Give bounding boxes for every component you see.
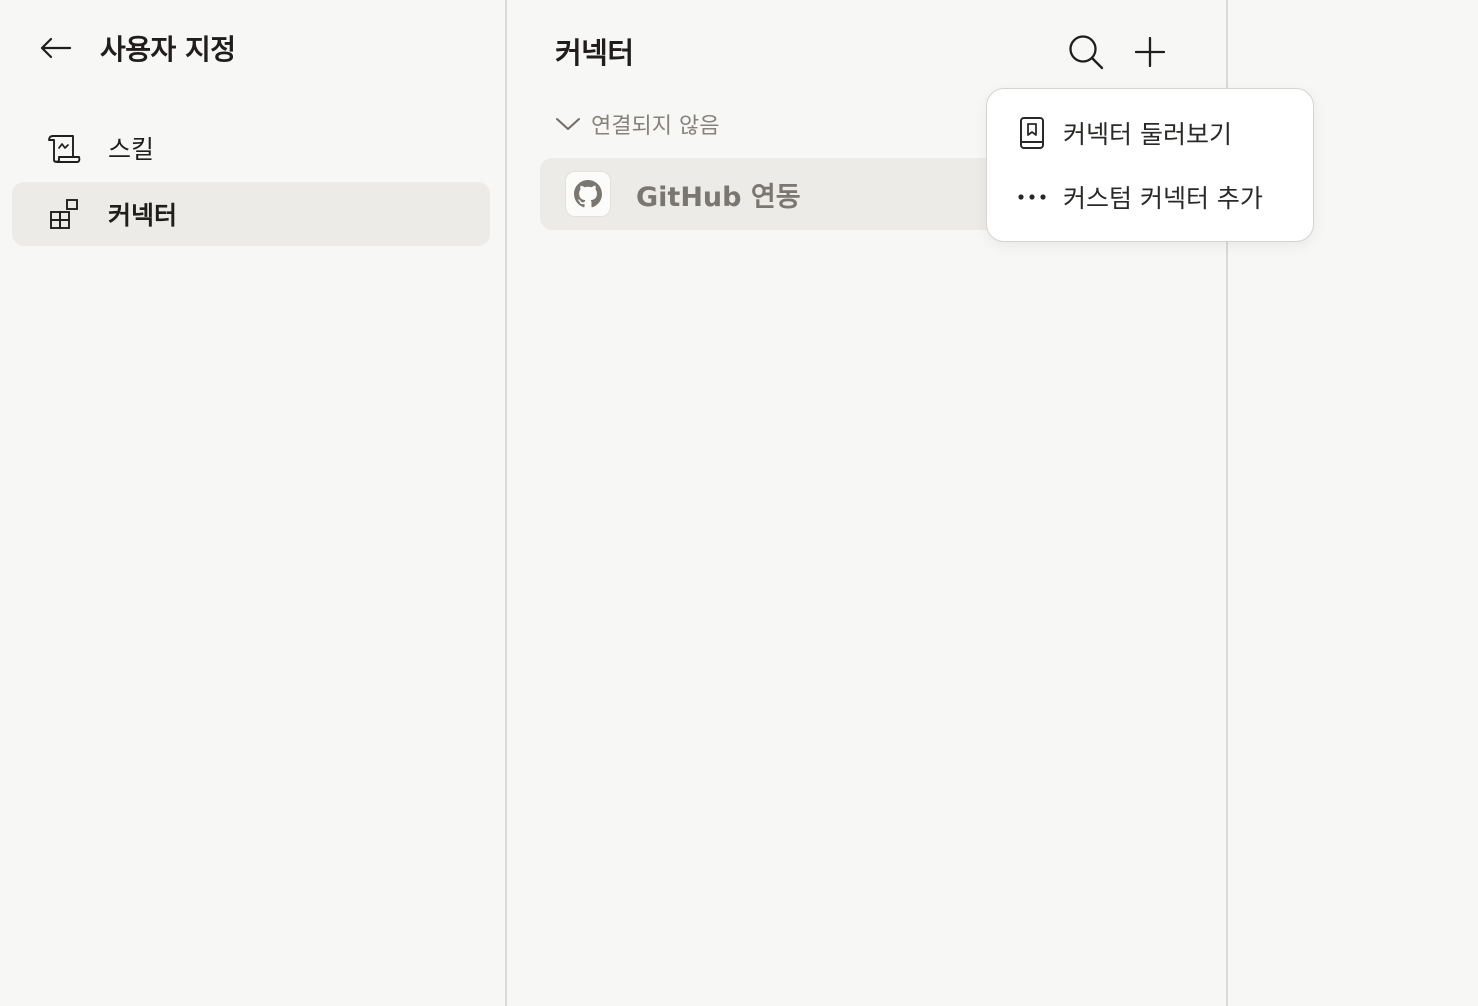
customize-window: 사용자 지정 스킬 커넥터 커넥터 연결되지 않음 GitHub 연동 커넥터 … [0, 0, 1478, 1006]
search-button[interactable] [1064, 30, 1108, 74]
menu-item-add-custom-connector[interactable]: 커스텀 커넥터 추가 [1003, 169, 1299, 225]
scroll-icon [46, 130, 82, 166]
github-icon [565, 171, 611, 217]
group-toggle-not-connected[interactable]: 연결되지 않음 [555, 106, 719, 142]
add-connector-menu: 커넥터 둘러보기 커스텀 커넥터 추가 [986, 88, 1314, 242]
plus-icon [1134, 36, 1166, 68]
add-connector-button[interactable] [1128, 30, 1172, 74]
group-label: 연결되지 않음 [591, 114, 720, 139]
sidebar: 사용자 지정 스킬 커넥터 [0, 0, 507, 1006]
book-icon [1017, 117, 1047, 149]
sidebar-header: 사용자 지정 [38, 28, 236, 68]
sidebar-item-connectors[interactable]: 커넥터 [12, 182, 490, 246]
connector-name: GitHub 연동 [636, 181, 801, 213]
back-button[interactable] [38, 28, 74, 68]
sidebar-item-label: 커넥터 [108, 201, 178, 230]
connector-blocks-icon [46, 196, 82, 232]
sidebar-item-label: 스킬 [108, 135, 155, 164]
menu-item-label: 커넥터 둘러보기 [1063, 120, 1232, 149]
page-title: 커넥터 [555, 36, 634, 70]
more-horizontal-icon [1017, 182, 1047, 212]
menu-item-label: 커스텀 커넥터 추가 [1063, 184, 1263, 213]
menu-item-browse-connectors[interactable]: 커넥터 둘러보기 [1003, 105, 1299, 161]
search-icon [1069, 35, 1104, 70]
arrow-left-icon [40, 37, 72, 59]
chevron-down-icon [555, 111, 581, 137]
sidebar-title: 사용자 지정 [100, 33, 236, 66]
sidebar-item-skills[interactable]: 스킬 [12, 116, 490, 180]
